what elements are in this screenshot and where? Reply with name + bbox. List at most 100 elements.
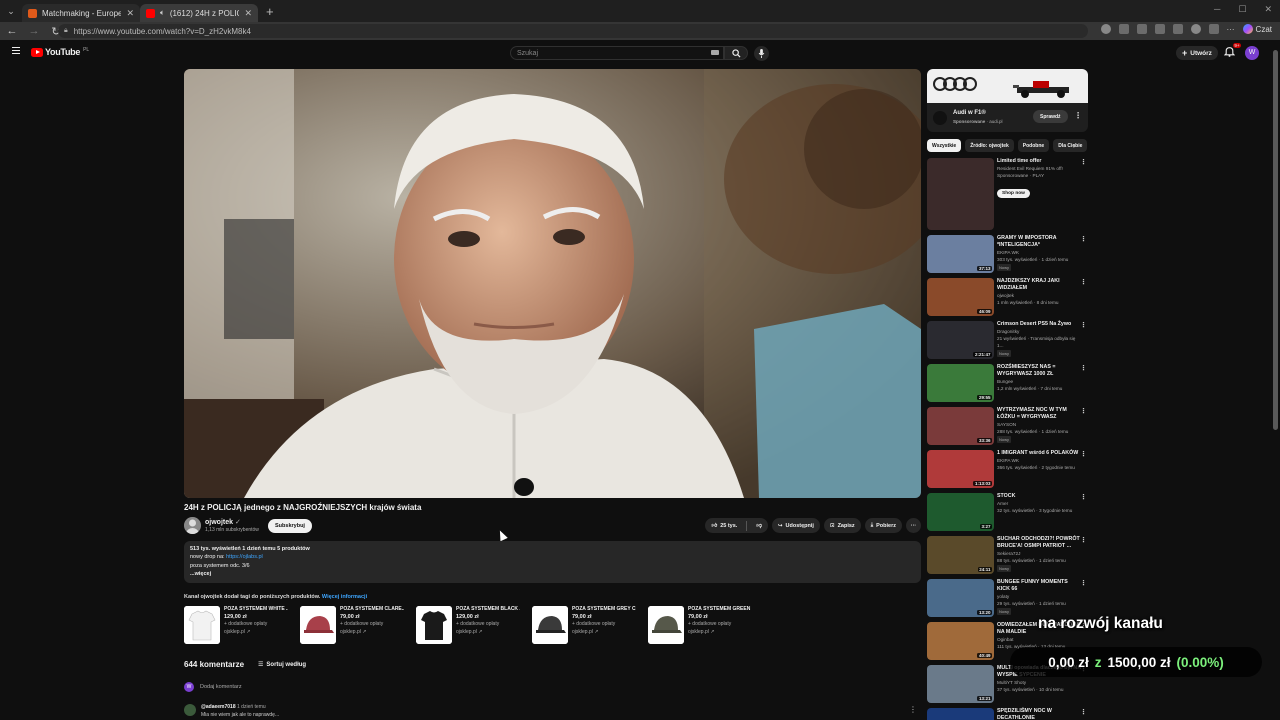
add-comment-row[interactable]: W Dodaj komentarz [184, 682, 242, 692]
video-title[interactable]: SPĘDZILIŚMY NOC W DECATHLONIE [997, 708, 1081, 720]
lock-icon[interactable]: 🔒︎ [64, 27, 68, 35]
description-box[interactable]: 513 tys. wyświetleń 1 dzień temu 5 produ… [184, 541, 921, 583]
comment-author[interactable]: @adaeem7018 [201, 704, 236, 710]
video-more-icon[interactable]: ⋮ [1080, 321, 1087, 329]
zoom-icon[interactable] [1136, 24, 1147, 34]
video-channel[interactable]: ojwojtek [997, 292, 1081, 299]
video-channel[interactable]: Dragonitky [997, 328, 1081, 335]
scrollbar-thumb[interactable] [1273, 50, 1278, 430]
dislike-button[interactable]: 👎︎ [750, 518, 768, 533]
video-channel[interactable]: MultiYT Shoty [997, 679, 1081, 686]
video-channel[interactable]: Bungee [997, 378, 1081, 385]
chevron-right-icon[interactable]: › [1073, 141, 1076, 150]
video-channel[interactable]: Resident Evil Requiem 91% off! [997, 165, 1081, 172]
video-channel[interactable]: Oginbat [997, 636, 1081, 643]
video-channel[interactable]: EKIPA WK [997, 457, 1081, 464]
new-tab-icon[interactable]: + [266, 4, 274, 19]
video-title[interactable]: BUNGEE FUNNY MOMENTS KICK 66 [997, 579, 1081, 593]
extension-icon[interactable] [1118, 24, 1129, 34]
recommended-video[interactable]: 13:20 BUNGEE FUNNY MOMENTS KICK 66 yolaty 2… [927, 579, 1089, 617]
share-button[interactable]: ↪ Udostępnij [771, 518, 820, 533]
address-bar[interactable]: 🔒︎ https://www.youtube.com/watch?v=D_zH2… [58, 24, 1088, 38]
video-channel[interactable]: Sekiera72J [997, 550, 1081, 557]
ad-more-icon[interactable]: ⋮ [1074, 111, 1082, 120]
video-title[interactable]: NAJDZIKSZY KRAJ JAKI WIDZIAŁEM [997, 278, 1081, 292]
close-tab-icon[interactable]: ✕ [244, 8, 252, 19]
recommended-video[interactable]: 2:21:47 Crimson Desert PS5 Na Żywo Dragoni… [927, 321, 1089, 359]
video-thumbnail[interactable]: 2:21:47 [927, 321, 994, 359]
recommended-video[interactable]: 1:13:03 1 IMIGRANT wśród 6 POLAKÓW EKIPA W… [927, 450, 1089, 488]
video-thumbnail[interactable]: 13:21 [927, 665, 994, 703]
minimize-icon[interactable]: ─ [1214, 4, 1220, 15]
close-window-icon[interactable]: ✕ [1264, 4, 1272, 15]
video-more-icon[interactable]: ⋮ [1080, 407, 1087, 415]
video-title[interactable]: SUCHAR ODCHODZI?! POWRÓT BRUCE'A! OSMPI … [997, 536, 1081, 550]
account-avatar[interactable]: W [1245, 46, 1259, 60]
video-thumbnail[interactable]: 3:27 [927, 493, 994, 531]
chip-all[interactable]: Wszystkie [927, 139, 962, 152]
video-title[interactable]: Limited time offer [997, 158, 1081, 165]
favorites-icon[interactable] [1208, 24, 1219, 34]
description-link[interactable]: https://ojlabs.pl [226, 554, 263, 560]
video-more-icon[interactable]: ⋮ [1080, 708, 1087, 716]
sort-comments-button[interactable]: ☰ Sortuj według [258, 661, 306, 669]
product-card[interactable]: POZA SYSTEMEM WHITE ... 129,00 zł + doda… [184, 606, 288, 646]
close-tab-icon[interactable]: ✕ [126, 8, 134, 19]
audio-playing-icon[interactable]: 🔈︎ [160, 8, 165, 18]
video-title[interactable]: Crimson Desert PS5 Na Żywo [997, 321, 1081, 328]
browser-tab-matchmaking[interactable]: Matchmaking - Europe 5v5 Queue ✕ [22, 4, 140, 22]
show-more-link[interactable]: ...więcej [190, 570, 915, 578]
search-button[interactable] [724, 46, 748, 60]
video-more-icon[interactable]: ⋮ [1080, 364, 1087, 372]
notifications-button[interactable]: 9+ [1223, 43, 1241, 58]
browser-tab-youtube[interactable]: 🔈︎ (1612) 24H z POLICJĄ jedneg ✕ [140, 4, 258, 22]
add-comment-input[interactable]: Dodaj komentarz [200, 684, 242, 690]
product-card[interactable]: POZA SYSTEMEM GREY C... 79,00 zł + dodat… [532, 606, 636, 646]
video-title[interactable]: GRAMY W IMPOSTORA *INTELIGENCJA* [997, 235, 1081, 249]
comment-more-icon[interactable]: ⋮ [909, 705, 917, 714]
video-more-icon[interactable]: ⋮ [1080, 450, 1087, 458]
video-thumbnail[interactable]: 24:11 [927, 536, 994, 574]
profile-icon[interactable] [1190, 24, 1201, 34]
comment-time[interactable]: 1 dzień temu [237, 704, 266, 710]
shop-now-button[interactable]: Shop now [997, 189, 1030, 198]
video-thumbnail[interactable] [927, 158, 994, 230]
channel-avatar[interactable] [184, 517, 201, 534]
video-channel[interactable]: EKIPA WK [997, 249, 1081, 256]
subscribe-button[interactable]: Subskrybuj [268, 519, 312, 533]
video-more-icon[interactable]: ⋮ [1080, 158, 1087, 166]
recommended-video[interactable]: 24:11 SUCHAR ODCHODZI?! POWRÓT BRUCE'A! O… [927, 536, 1089, 574]
voice-search-button[interactable] [754, 46, 769, 61]
youtube-logo[interactable]: YouTube PL [31, 47, 89, 57]
product-card[interactable]: POZA SYSTEMEM GREEN ... 79,00 zł + dodat… [648, 606, 752, 646]
video-thumbnail[interactable]: 29:55 [927, 364, 994, 402]
download-button[interactable]: ⤓ Pobierz [864, 518, 902, 533]
save-button[interactable]: ⊡ Zapisz [823, 518, 861, 533]
copilot-button[interactable]: Czat [1242, 24, 1272, 34]
video-thumbnail[interactable]: 13:20 [927, 579, 994, 617]
video-more-icon[interactable]: ⋮ [1080, 493, 1087, 501]
maximize-icon[interactable]: ☐ [1238, 4, 1246, 15]
ad-check-button[interactable]: Sprawdź [1033, 110, 1068, 123]
video-title[interactable]: 1 IMIGRANT wśród 6 POLAKÓW [997, 450, 1081, 457]
video-thumbnail[interactable]: 40:49 [927, 622, 994, 660]
video-thumbnail[interactable]: 1:13:03 [927, 450, 994, 488]
merch-info-link[interactable]: Więcej informacji [322, 594, 367, 600]
video-more-icon[interactable]: ⋮ [1080, 579, 1087, 587]
keyboard-icon[interactable] [711, 50, 719, 55]
commenter-avatar[interactable] [184, 704, 196, 716]
forward-icon[interactable]: → [28, 25, 40, 37]
chip-source[interactable]: Źródło: ojwojtek [965, 139, 1014, 152]
video-channel[interactable]: Amer [997, 500, 1081, 507]
tab-list-icon[interactable]: ⌄ [0, 0, 22, 22]
channel-name[interactable]: ojwojtek ✓ [205, 518, 241, 526]
back-icon[interactable]: ← [6, 25, 18, 37]
video-channel[interactable]: SAYSON [997, 421, 1081, 428]
video-more-icon[interactable]: ⋮ [1080, 278, 1087, 286]
video-thumbnail[interactable]: 33:36 [927, 407, 994, 445]
video-title[interactable]: STOCK [997, 493, 1081, 500]
video-thumbnail[interactable]: 46:09 [927, 278, 994, 316]
more-icon[interactable]: ··· [1227, 25, 1235, 34]
favorite-star-icon[interactable] [1154, 24, 1165, 34]
menu-icon[interactable] [12, 47, 20, 54]
